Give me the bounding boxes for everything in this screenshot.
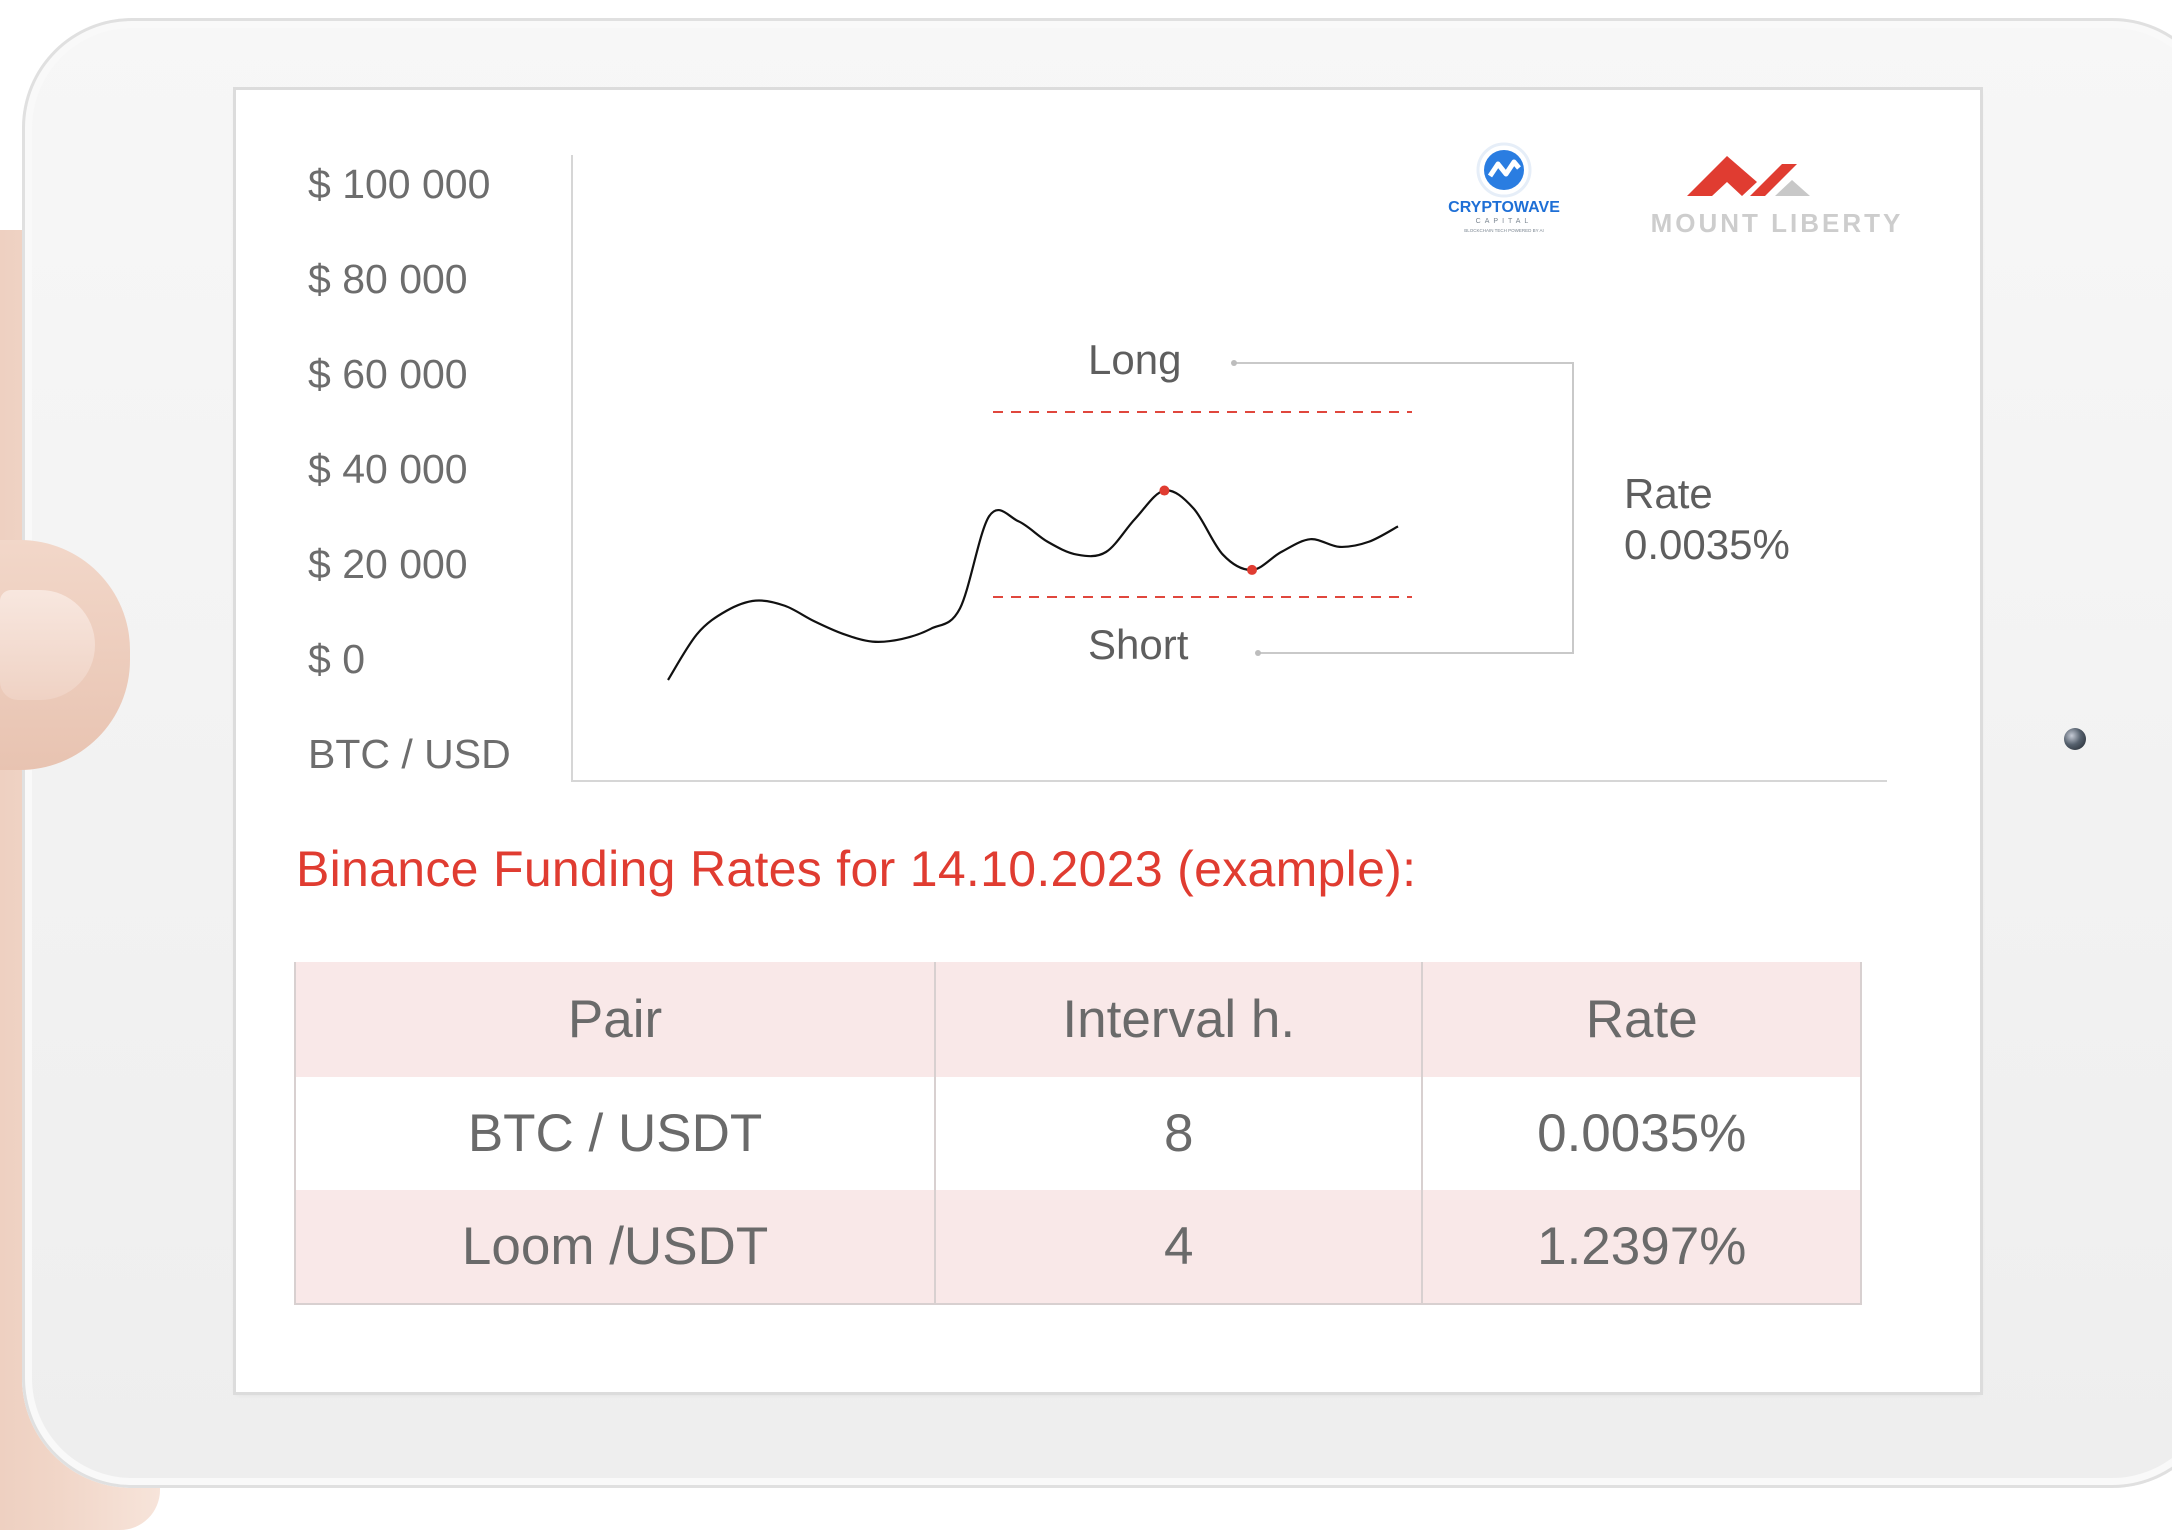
peak-point	[1159, 485, 1170, 496]
cryptowave-tag: BLOCKCHAIN TECH POWERED BY AI	[1464, 228, 1544, 233]
cell-interval: 4	[934, 1190, 1424, 1305]
bracket-connector	[1234, 362, 1574, 654]
cell-rate: 0.0035%	[1421, 1077, 1862, 1190]
camera-icon	[2064, 728, 2086, 750]
cryptowave-sub: CAPITAL	[1476, 218, 1533, 225]
header-interval: Interval h.	[934, 962, 1424, 1077]
mount-liberty-name: MOUNT LIBERTY	[1651, 208, 1904, 238]
cryptowave-logo: CRYPTOWAVE CAPITAL BLOCKCHAIN TECH POWER…	[1448, 142, 1560, 233]
cell-interval: 8	[934, 1077, 1424, 1190]
cell-pair: Loom /USDT	[293, 1190, 937, 1305]
price-line	[667, 489, 1399, 681]
cell-pair: BTC / USDT	[293, 1077, 937, 1190]
short-arrow-dot	[1255, 650, 1261, 656]
tablet-screen: $ 100 000 $ 80 000 $ 60 000 $ 40 000 $ 2…	[236, 90, 1980, 1392]
table-header-row: Pair Interval h. Rate	[293, 962, 1862, 1077]
header-pair: Pair	[293, 962, 937, 1077]
rate-label: Rate	[1624, 470, 1713, 517]
cryptowave-name: CRYPTOWAVE	[1448, 199, 1560, 216]
funding-rates-title: Binance Funding Rates for 14.10.2023 (ex…	[296, 841, 1417, 897]
long-label: Long	[1088, 336, 1182, 383]
funding-rates-table: Pair Interval h. Rate BTC / USDT 8 0.003…	[293, 962, 1862, 1305]
trough-point	[1247, 564, 1257, 575]
table-row: Loom /USDT 4 1.2397%	[293, 1190, 1862, 1305]
short-label: Short	[1088, 621, 1189, 668]
rate-value: 0.0035%	[1624, 521, 1790, 568]
table-row: BTC / USDT 8 0.0035%	[293, 1077, 1862, 1190]
cell-rate: 1.2397%	[1421, 1190, 1862, 1305]
mount-liberty-logo: MOUNT LIBERTY	[1651, 156, 1904, 238]
header-rate: Rate	[1421, 962, 1862, 1077]
long-arrow-dot	[1231, 360, 1237, 366]
